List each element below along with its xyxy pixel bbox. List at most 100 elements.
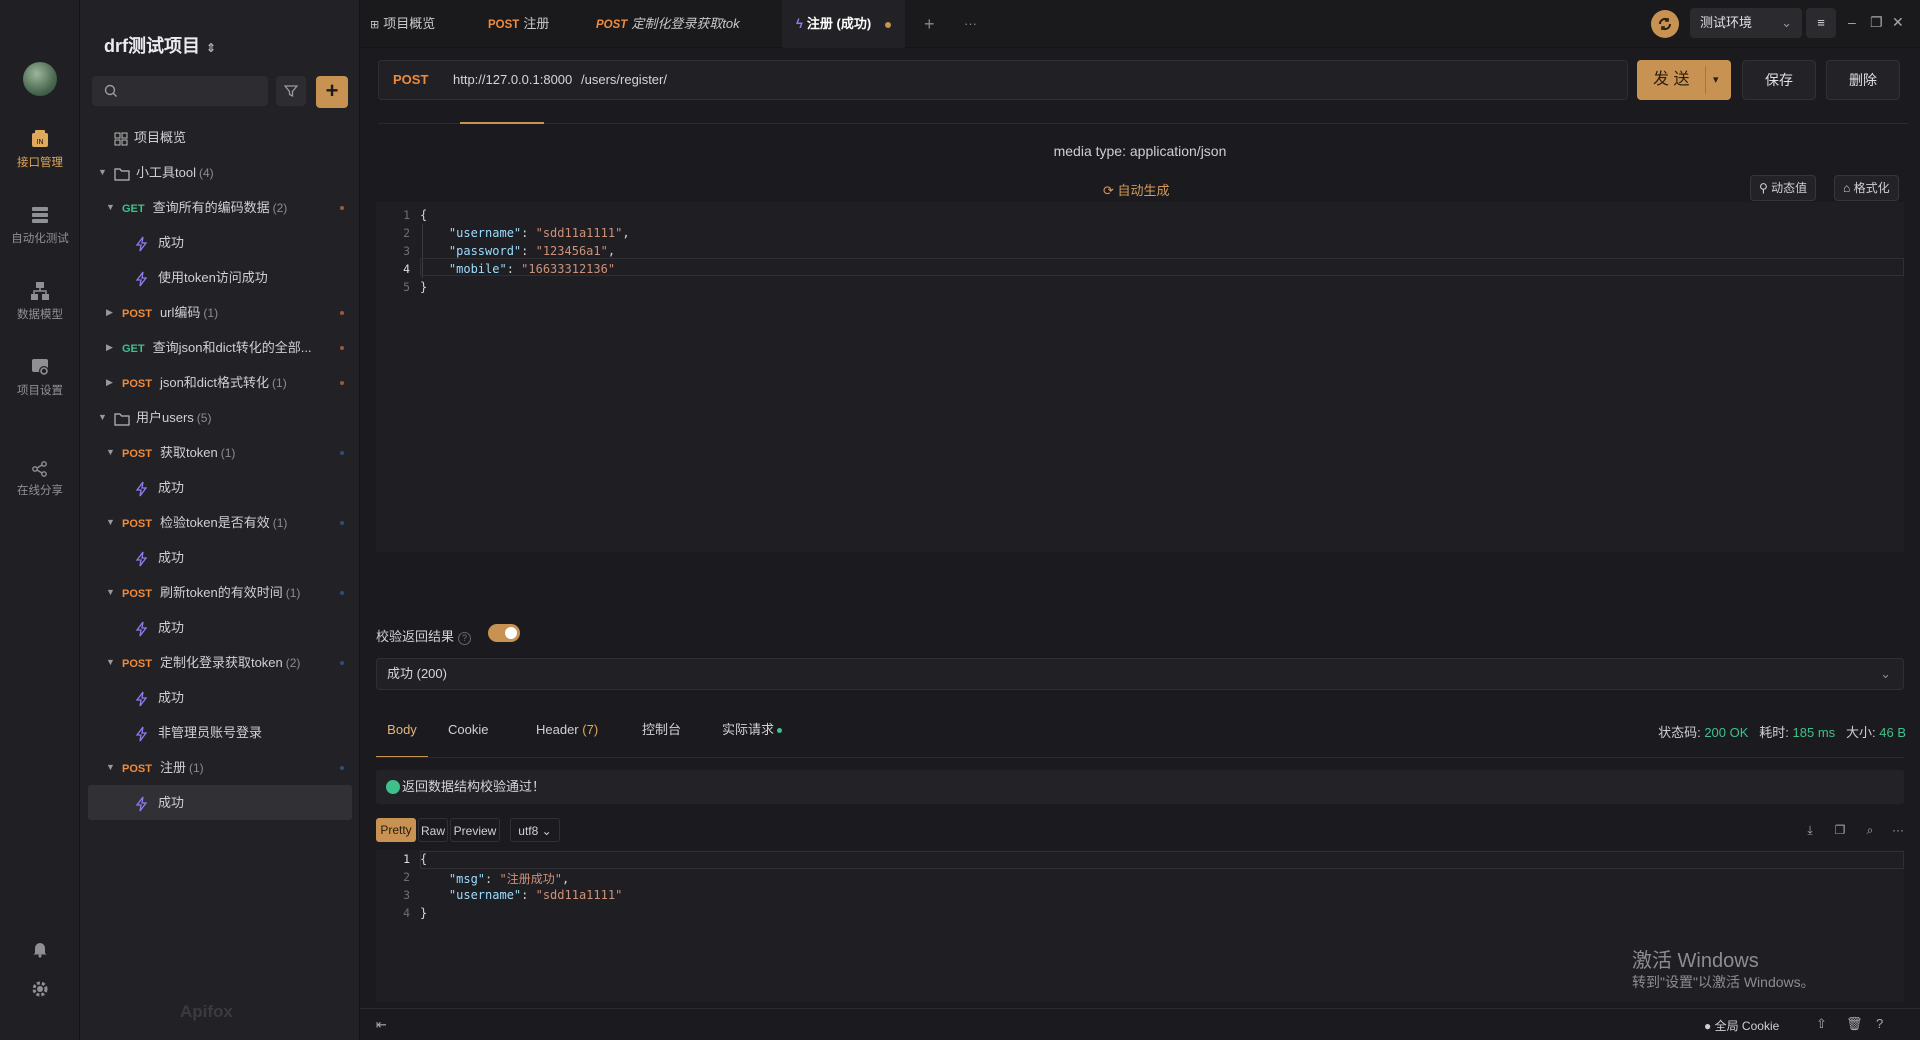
trash-icon[interactable]: 🗑 (1846, 1016, 1863, 1032)
dynamic-value-button[interactable]: ⚲ 动态值 (1750, 175, 1817, 201)
response-spec-select[interactable]: 成功 (200) ⌄ (376, 658, 1904, 690)
tab-cookie[interactable]: Cookie (448, 716, 488, 758)
code-line: } (420, 906, 427, 920)
new-tab-button[interactable]: + (924, 0, 935, 48)
api-item[interactable]: ▶ POST json和dict格式转化 (1) (88, 365, 352, 400)
restore-button[interactable]: ❐ (1870, 14, 1883, 31)
download-button[interactable]: ⤓ (1800, 818, 1820, 842)
more-tabs-button[interactable]: ··· (964, 0, 977, 48)
project-switcher[interactable]: drf测试项目 ⇕ (104, 32, 216, 58)
api-tree: 项目概览 ▼ 小工具tool (4) ▼ GET 查询所有的编码数据 (2) 成功 使… (88, 120, 352, 820)
apifox-window: IN 接口管理 自动化测试 数据模型 项目设置 在线分享 drf测试项目 ⇕ +… (0, 0, 1920, 1040)
line-number: 3 (403, 244, 410, 258)
case-item[interactable]: 成功 (88, 610, 352, 645)
case-item[interactable]: 成功 (88, 225, 352, 260)
api-item[interactable]: ▼ POST 定制化登录获取token (2) (88, 645, 352, 680)
case-item[interactable]: 使用token访问成功 (88, 260, 352, 295)
tab-register[interactable]: POST 注册 (488, 0, 549, 48)
global-cookie-button[interactable]: ● 全局 Cookie (1704, 1017, 1779, 1034)
rail-project-settings[interactable]: 项目设置 (0, 356, 80, 398)
upload-icon[interactable]: ⇧ (1816, 1016, 1827, 1032)
case-item-selected[interactable]: 成功 (88, 785, 352, 820)
case-item[interactable]: 成功 (88, 540, 352, 575)
help-icon[interactable]: ? (1876, 1016, 1883, 1031)
copy-button[interactable]: ❐ (1830, 818, 1850, 842)
folder-icon (114, 412, 130, 426)
env-label: 测试环境 (1700, 15, 1753, 30)
api-item[interactable]: ▼ POST 获取token (1) (88, 435, 352, 470)
close-button[interactable]: ✕ (1892, 14, 1904, 31)
rail-api-management[interactable]: IN 接口管理 (0, 128, 80, 170)
request-body-editor[interactable]: 1 2 3 4 5 { "username": "sdd11a1111", "p… (376, 202, 1904, 552)
add-button[interactable]: + (316, 76, 348, 108)
tree-item-overview[interactable]: 项目概览 (88, 120, 352, 155)
code-line: "username": "sdd11a1111", (448, 226, 630, 240)
code-line: "username": "sdd11a1111" (448, 888, 623, 902)
tab-custom-login[interactable]: POST 定制化登录获取tok (596, 0, 740, 48)
tab-overview[interactable]: ⊞ 项目概览 (370, 0, 435, 48)
encoding-select[interactable]: utf8 ⌄ (510, 818, 560, 842)
code-token: } (420, 906, 428, 920)
case-item[interactable]: 成功 (88, 470, 352, 505)
tab-label: 项目概览 (383, 16, 436, 31)
send-button[interactable]: 发 送 ▾ (1637, 60, 1731, 100)
auto-generate-button[interactable]: ⟳ 自动生成 (1103, 180, 1170, 199)
json-key: "password" (448, 244, 522, 258)
method-badge: POST (596, 19, 628, 31)
tree-count: (4) (198, 166, 214, 180)
method-badge: POST (122, 658, 152, 670)
tab-header[interactable]: Header (7) (536, 716, 598, 758)
validate-label-text: 校验返回结果 (376, 629, 455, 644)
api-item[interactable]: ▼ GET 查询所有的编码数据 (2) (88, 190, 352, 225)
api-item[interactable]: ▶ POST url编码 (1) (88, 295, 352, 330)
avatar[interactable] (23, 62, 57, 96)
json-value: "16633312136" (521, 262, 616, 276)
chevron-down-icon[interactable]: ▾ (1713, 60, 1719, 100)
format-preview[interactable]: Preview (450, 818, 500, 842)
method-badge: POST (122, 763, 152, 775)
bolt-icon (136, 481, 148, 496)
tab-body[interactable]: Body (376, 716, 428, 758)
rail-data-model[interactable]: 数据模型 (0, 280, 80, 322)
minimize-button[interactable]: – (1848, 14, 1856, 30)
tab-actual-request[interactable]: 实际请求 (722, 716, 783, 758)
format-pretty[interactable]: Pretty (376, 818, 416, 842)
divider (378, 123, 1908, 124)
case-item[interactable]: 非管理员账号登录 (88, 715, 352, 750)
folder-users[interactable]: ▼ 用户users (5) (88, 400, 352, 435)
environment-select[interactable]: 测试环境 ⌄ (1690, 8, 1802, 38)
delete-button[interactable]: 删除 (1826, 60, 1900, 100)
help-icon[interactable]: ? (458, 632, 472, 645)
rail-automation[interactable]: 自动化测试 (0, 204, 80, 246)
bell-icon (33, 943, 47, 958)
api-item[interactable]: ▼ POST 注册 (1) (88, 750, 352, 785)
env-menu-button[interactable]: ≡ (1806, 8, 1836, 38)
api-item[interactable]: ▼ POST 检验token是否有效 (1) (88, 505, 352, 540)
code-token: { (420, 852, 428, 866)
more-button[interactable]: ··· (1888, 818, 1908, 842)
path-input[interactable]: /users/register/ (581, 72, 667, 87)
tab-register-success[interactable]: ϟ 注册 (成功) (782, 0, 906, 48)
case-item[interactable]: 成功 (88, 680, 352, 715)
search-input[interactable] (92, 76, 268, 106)
env-sync-button[interactable] (1651, 10, 1679, 38)
validate-response-label: 校验返回结果? (376, 626, 472, 645)
filter-button[interactable] (276, 76, 306, 106)
api-item[interactable]: ▼ POST 刷新token的有效时间 (1) (88, 575, 352, 610)
save-button[interactable]: 保存 (1742, 60, 1816, 100)
notification-bell[interactable] (0, 940, 80, 961)
folder-tool[interactable]: ▼ 小工具tool (4) (88, 155, 352, 190)
tab-console[interactable]: 控制台 (642, 716, 681, 758)
activation-watermark-title: 激活 Windows (1632, 950, 1759, 972)
toggle-sidebar-icon[interactable]: ⇤ (376, 1017, 387, 1033)
method-select[interactable]: POST (393, 72, 428, 87)
search-button[interactable]: ⌕ (1860, 818, 1880, 842)
format-button[interactable]: ⌂ 格式化 (1834, 175, 1899, 201)
api-item[interactable]: ▶ GET 查询json和dict转化的全部... (88, 330, 352, 365)
url-bar[interactable]: POST http://127.0.0.1:8000 /users/regist… (378, 60, 1628, 100)
caret-down-icon: ▼ (98, 167, 107, 177)
format-raw[interactable]: Raw (418, 818, 448, 842)
rail-online-share[interactable]: 在线分享 (0, 460, 80, 498)
global-settings[interactable] (0, 980, 80, 1001)
validate-toggle[interactable] (488, 624, 520, 642)
